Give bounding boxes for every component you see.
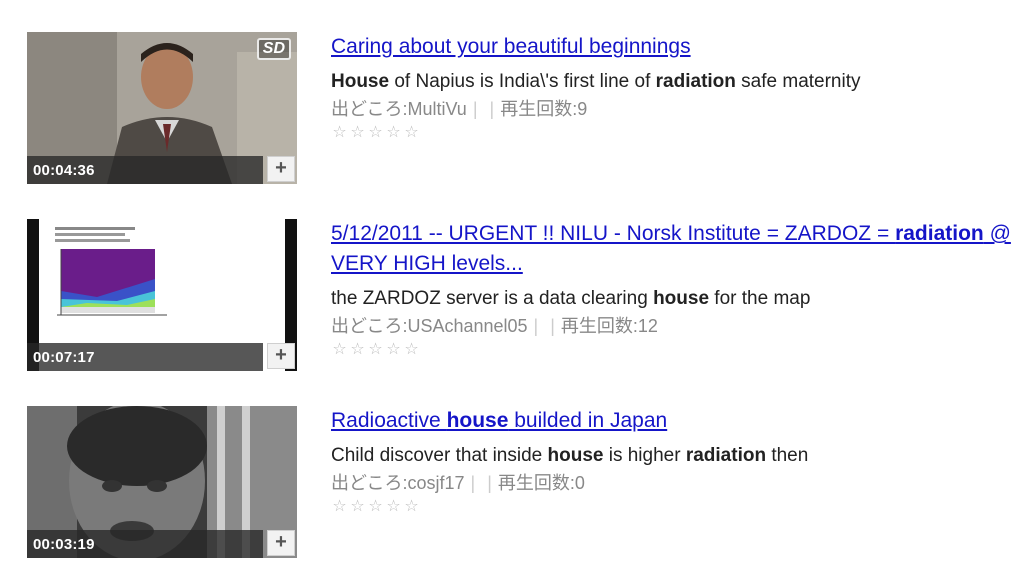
highlighted-keyword[interactable]: house	[447, 409, 509, 432]
star-outline-icon[interactable]: ☆	[349, 124, 366, 141]
star-outline-icon[interactable]: ☆	[367, 124, 384, 141]
video-thumbnail[interactable]: 00:07:17 +	[27, 219, 297, 371]
source-label: 出どころ:cosjf17	[331, 473, 465, 493]
video-title-link[interactable]: 5/12/2011 -- URGENT !! NILU - Norsk Inst…	[331, 219, 1011, 279]
sd-badge: SD	[256, 38, 291, 60]
text-segment: of Napius is India\'s first line of	[389, 71, 656, 92]
source-label: 出どころ:USAchannel05	[331, 316, 528, 336]
video-meta: 出どころ:MultiVu | | 再生回数:9	[331, 96, 1011, 122]
duration-bar: 00:07:17	[27, 343, 263, 371]
highlighted-keyword: house	[653, 288, 710, 309]
video-result: 00:07:17 + 5/12/2011 -- URGENT !! NILU -…	[0, 219, 1024, 379]
star-rating[interactable]: ☆ ☆ ☆ ☆ ☆	[331, 124, 1011, 144]
video-description: Child discover that inside house is high…	[331, 442, 1011, 470]
star-outline-icon[interactable]: ☆	[331, 124, 348, 141]
meta-separator: |	[487, 473, 492, 493]
meta-separator: |	[489, 99, 495, 119]
highlighted-keyword[interactable]: radiation	[895, 222, 984, 245]
video-title-link[interactable]: Caring about your beautiful beginnings	[331, 32, 1011, 62]
meta-separator: |	[533, 316, 539, 336]
duration-bar: 00:03:19	[27, 530, 263, 558]
view-count: 再生回数:12	[560, 316, 658, 336]
add-to-playlist-button[interactable]: +	[267, 156, 295, 182]
star-outline-icon[interactable]: ☆	[331, 498, 348, 515]
star-rating[interactable]: ☆ ☆ ☆ ☆ ☆	[331, 498, 1011, 518]
video-meta: 出どころ:cosjf17 | | 再生回数:0	[331, 470, 1011, 496]
duration-bar: 00:04:36	[27, 156, 263, 184]
text-segment: safe maternity	[735, 71, 861, 92]
video-thumbnail[interactable]: SD 00:04:36 +	[27, 32, 297, 184]
star-outline-icon[interactable]: ☆	[349, 498, 366, 515]
video-info: Radioactive house builded in Japan Child…	[331, 406, 1011, 518]
star-outline-icon[interactable]: ☆	[403, 341, 420, 358]
video-info: Caring about your beautiful beginnings H…	[331, 32, 1011, 144]
star-outline-icon[interactable]: ☆	[331, 341, 348, 358]
video-duration: 00:03:19	[33, 536, 95, 553]
highlighted-keyword: house	[547, 445, 604, 466]
video-info: 5/12/2011 -- URGENT !! NILU - Norsk Inst…	[331, 219, 1011, 361]
star-outline-icon[interactable]: ☆	[403, 498, 420, 515]
video-description: House of Napius is India\'s first line o…	[331, 68, 1011, 96]
star-outline-icon[interactable]: ☆	[385, 498, 402, 515]
text-segment: then	[766, 445, 809, 466]
video-title-link[interactable]: Radioactive house builded in Japan	[331, 406, 1011, 436]
star-outline-icon[interactable]: ☆	[367, 498, 384, 515]
highlighted-keyword: radiation	[655, 71, 736, 92]
text-segment[interactable]: builded in Japan	[508, 409, 667, 432]
star-outline-icon[interactable]: ☆	[403, 124, 420, 141]
video-result: SD 00:04:36 + Caring about your beautifu…	[0, 32, 1024, 192]
text-segment: Child discover that inside	[331, 445, 548, 466]
star-outline-icon[interactable]: ☆	[385, 341, 402, 358]
view-count: 再生回数:0	[497, 473, 585, 493]
add-to-playlist-button[interactable]: +	[267, 530, 295, 556]
video-description: the ZARDOZ server is a data clearing hou…	[331, 285, 1011, 313]
star-rating[interactable]: ☆ ☆ ☆ ☆ ☆	[331, 341, 1011, 361]
video-duration: 00:04:36	[33, 162, 95, 179]
text-segment[interactable]: Caring about your beautiful beginnings	[331, 35, 691, 58]
text-segment: is higher	[603, 445, 686, 466]
video-result: 00:03:19 + Radioactive house builded in …	[0, 406, 1024, 566]
text-segment[interactable]: Radioactive	[331, 409, 447, 432]
video-thumbnail[interactable]: 00:03:19 +	[27, 406, 297, 558]
highlighted-keyword: radiation	[685, 445, 767, 466]
star-outline-icon[interactable]: ☆	[385, 124, 402, 141]
text-segment: the ZARDOZ server is a data clearing	[331, 288, 654, 309]
meta-separator: |	[470, 473, 476, 493]
video-duration: 00:07:17	[33, 349, 95, 366]
view-count: 再生回数:9	[500, 99, 588, 119]
text-segment[interactable]: 5/12/2011 -- URGENT !! NILU - Norsk Inst…	[331, 222, 895, 245]
star-outline-icon[interactable]: ☆	[349, 341, 366, 358]
text-segment: for the map	[709, 288, 811, 309]
star-outline-icon[interactable]: ☆	[367, 341, 384, 358]
highlighted-keyword: House	[331, 71, 390, 92]
source-label: 出どころ:MultiVu	[331, 99, 467, 119]
add-to-playlist-button[interactable]: +	[267, 343, 295, 369]
video-meta: 出どころ:USAchannel05 | | 再生回数:12	[331, 313, 1011, 339]
meta-separator: |	[472, 99, 478, 119]
meta-separator: |	[550, 316, 555, 336]
